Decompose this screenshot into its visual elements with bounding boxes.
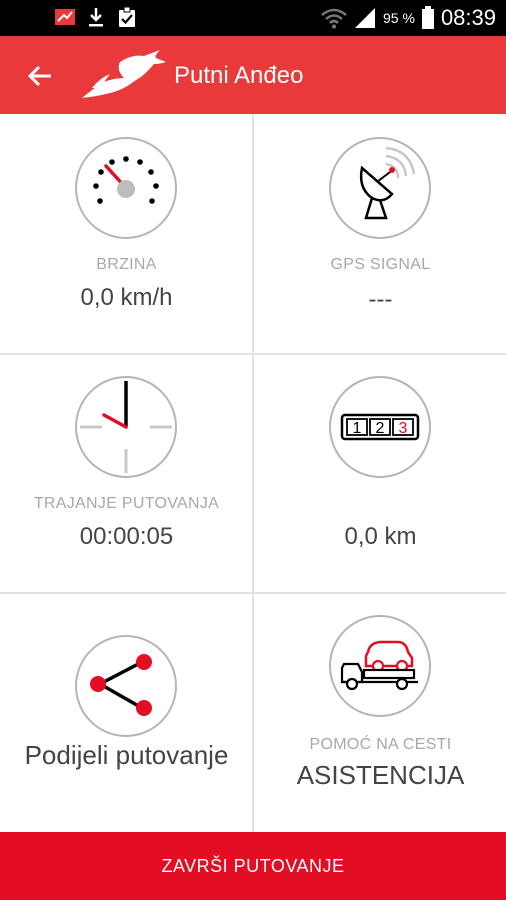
share-trip-button[interactable]: Podijeli putovanje [0,594,253,833]
status-bar-system: 95 % 08:39 [321,0,496,36]
roadside-assistance-button[interactable]: POMOĆ NA CESTI ASISTENCIJA [254,594,506,833]
duration-value: 00:00:05 [79,523,174,550]
battery-percent: 95 % [383,10,415,26]
distance-value: 0,0 km [344,523,417,550]
app-notification-icon [55,9,75,25]
speed-label: BRZINA [96,256,157,273]
wifi-icon [321,8,347,29]
leaping-antelope-logo [82,50,166,98]
battery-icon [421,6,434,29]
assistance-value: ASISTENCIJA [296,760,465,790]
tile-distance: 1 2 3 0,0 km [254,355,506,594]
odometer-icon: 1 2 3 [329,376,431,478]
tile-duration: TRAJANJE PUTOVANJA 00:00:05 [0,355,253,594]
arrow-back-icon [27,65,51,87]
status-time: 08:39 [440,5,496,30]
gps-value: --- [368,286,393,313]
gps-label: GPS SIGNAL [330,256,431,273]
odometer-digit: 3 [399,420,408,437]
signal-icon [355,8,376,28]
satellite-dish-icon [329,137,431,239]
app-bar: Putni Anđeo [0,36,506,114]
odometer-digit: 2 [376,420,385,437]
assistance-label: POMOĆ NA CESTI [309,736,452,753]
back-button[interactable] [20,56,60,96]
end-trip-button[interactable]: ZAVRŠI PUTOVANJE [0,832,506,900]
tile-speed: BRZINA 0,0 km/h [0,114,253,353]
status-bar: 95 % 08:39 [0,0,506,36]
share-icon [75,635,177,737]
odometer-digit: 1 [353,420,362,437]
tile-gps: GPS SIGNAL --- [254,114,506,353]
clipboard-check-icon [119,6,135,27]
app-title: Putni Anđeo [174,62,304,89]
tow-truck-icon [329,615,431,717]
share-trip-label: Podijeli putovanje [24,740,229,770]
duration-label: TRAJANJE PUTOVANJA [33,495,220,512]
download-icon [89,8,103,27]
clock-icon [75,376,177,478]
speed-value: 0,0 km/h [80,284,173,311]
status-bar-notifications [54,6,138,28]
speedometer-icon [75,137,177,239]
